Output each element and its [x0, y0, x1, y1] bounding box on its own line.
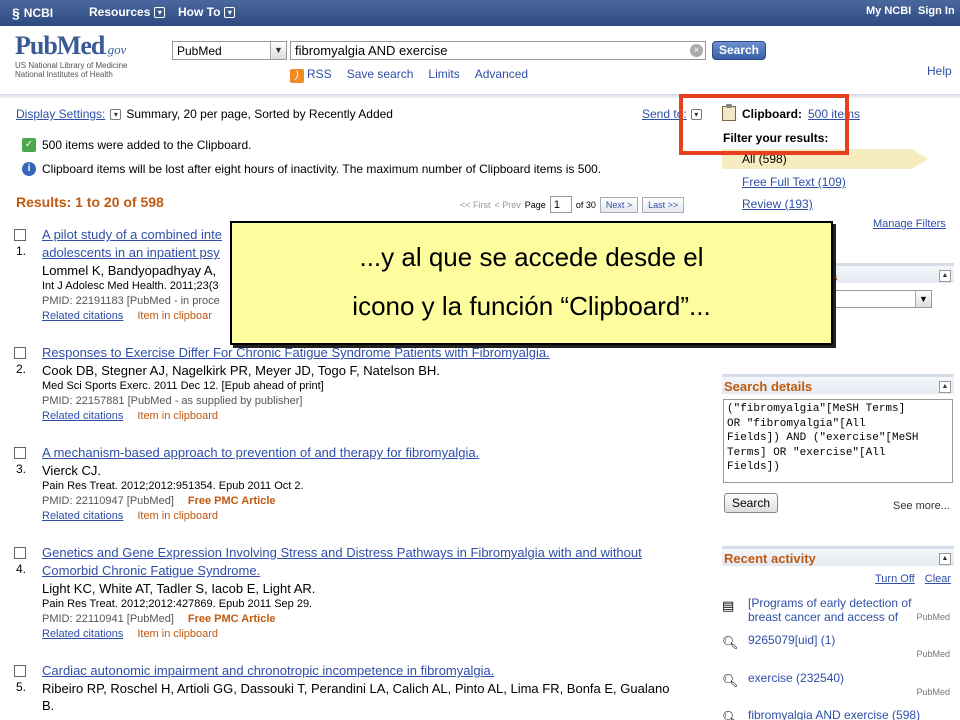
rss-link[interactable]: ) RSS [290, 67, 332, 83]
document-icon: ▤ [722, 598, 735, 613]
activity-item[interactable]: 🔍︎ 9265079[uid] (1) PubMed [722, 633, 954, 661]
pubmed-logo[interactable]: PubMed.gov US National Library of Medici… [15, 31, 155, 81]
collapse-icon[interactable]: ▲ [939, 553, 951, 565]
last-page-button[interactable]: Last >> [642, 196, 685, 213]
result-checkbox[interactable] [14, 665, 26, 677]
chevron-down-icon: ▼ [915, 291, 931, 307]
search-button[interactable]: Search [712, 41, 766, 60]
help-link[interactable]: Help [927, 64, 952, 78]
activity-item[interactable]: 🔍︎ fibromyalgia AND exercise (598) [722, 708, 954, 720]
related-citations-link[interactable]: Related citations [42, 410, 123, 422]
howto-menu[interactable]: How To ▾ [178, 5, 236, 19]
free-pmc-article-link[interactable]: Free PMC Article [188, 495, 276, 507]
info-icon: i [22, 162, 36, 176]
related-citations-link[interactable]: Related citations [42, 310, 123, 322]
clipboard-highlight-box [679, 94, 849, 155]
activity-item[interactable]: 🔍︎ exercise (232540) PubMed [722, 671, 954, 699]
chevron-down-icon[interactable]: ▾ [110, 108, 122, 120]
top-nav-bar: § NCBI Resources ▾ How To ▾ My NCBI Sign… [0, 0, 960, 26]
rss-icon: ) [290, 69, 304, 83]
database-select[interactable]: PubMed ▼ [172, 41, 287, 60]
result-title-link[interactable]: A mechanism-based approach to prevention… [42, 444, 714, 462]
search-details-textarea[interactable]: ("fibromyalgia"[MeSH Terms] OR "fibromya… [723, 399, 953, 483]
search-input[interactable] [290, 41, 706, 60]
recent-activity-header: Recent activity ▲ [722, 546, 954, 566]
ncbi-logo[interactable]: § NCBI [12, 5, 53, 21]
next-page-button[interactable]: Next > [599, 196, 639, 213]
page-number-input[interactable] [549, 196, 572, 213]
checkmark-icon: ✓ [22, 138, 36, 152]
ncbi-swirl-icon: § [12, 5, 20, 21]
collapse-icon[interactable]: ▲ [939, 381, 951, 393]
result-checkbox[interactable] [14, 229, 26, 241]
success-message: ✓ 500 items were added to the Clipboard. [22, 138, 251, 152]
clipboard-status: Item in clipboard [137, 410, 219, 422]
manage-filters-link[interactable]: Manage Filters [873, 218, 946, 230]
sign-in-link[interactable]: Sign In [918, 5, 955, 17]
clear-icon[interactable]: × [690, 44, 703, 57]
display-settings-value: Summary, 20 per page, Sorted by Recently… [126, 107, 393, 121]
pagination: << First < Prev Page of 30 Next > Last >… [460, 196, 685, 213]
prev-page-button[interactable]: < Prev [495, 200, 521, 210]
clipboard-status: Item in clipboard [137, 510, 219, 522]
details-search-button[interactable]: Search [724, 493, 778, 513]
info-message: i Clipboard items will be lost after eig… [22, 162, 601, 176]
limits-link[interactable]: Limits [428, 67, 459, 83]
activity-item[interactable]: ▤ [Programs of early detection of breast… [722, 596, 954, 630]
free-pmc-article-link[interactable]: Free PMC Article [188, 613, 276, 625]
save-search-link[interactable]: Save search [347, 67, 414, 83]
resources-menu[interactable]: Resources ▾ [89, 5, 166, 19]
results-title: Results: 1 to 20 of 598 [16, 194, 164, 210]
chevron-down-icon: ▾ [224, 6, 236, 18]
result-title-link[interactable]: Genetics and Gene Expression Involving S… [42, 544, 714, 580]
my-ncbi-link[interactable]: My NCBI [866, 5, 911, 17]
filter-review[interactable]: Review (193) [742, 197, 813, 211]
clipboard-status: Item in clipboar [137, 310, 212, 322]
search-icon: 🔍︎ [722, 635, 739, 650]
clear-link[interactable]: Clear [925, 573, 951, 585]
related-citations-link[interactable]: Related citations [42, 510, 123, 522]
search-icon: 🔍︎ [722, 710, 739, 720]
chevron-down-icon: ▾ [154, 6, 166, 18]
result-checkbox[interactable] [14, 447, 26, 459]
result-title-link[interactable]: Cardiac autonomic impairment and chronot… [42, 662, 714, 680]
display-settings: Display Settings: ▾ Summary, 20 per page… [16, 107, 393, 121]
display-settings-link[interactable]: Display Settings: [16, 107, 105, 121]
first-page-button[interactable]: << First [460, 200, 491, 210]
clipboard-status: Item in clipboard [137, 628, 219, 640]
tutorial-caption: ...y al que se accede desde el icono y l… [230, 221, 833, 345]
result-checkbox[interactable] [14, 347, 26, 359]
related-citations-link[interactable]: Related citations [42, 628, 123, 640]
search-links: ) RSS Save search Limits Advanced [290, 67, 528, 83]
advanced-link[interactable]: Advanced [475, 67, 528, 83]
filter-free-full-text[interactable]: Free Full Text (109) [742, 175, 846, 189]
search-details-header: Search details ▲ [722, 374, 954, 394]
see-more-link[interactable]: See more... [893, 500, 950, 512]
search-icon: 🔍︎ [722, 673, 739, 688]
result-checkbox[interactable] [14, 547, 26, 559]
turn-off-link[interactable]: Turn Off [875, 573, 915, 585]
collapse-icon[interactable]: ▲ [939, 270, 951, 282]
result-title-link[interactable]: Responses to Exercise Differ For Chronic… [42, 344, 714, 362]
chevron-down-icon: ▼ [270, 42, 286, 59]
